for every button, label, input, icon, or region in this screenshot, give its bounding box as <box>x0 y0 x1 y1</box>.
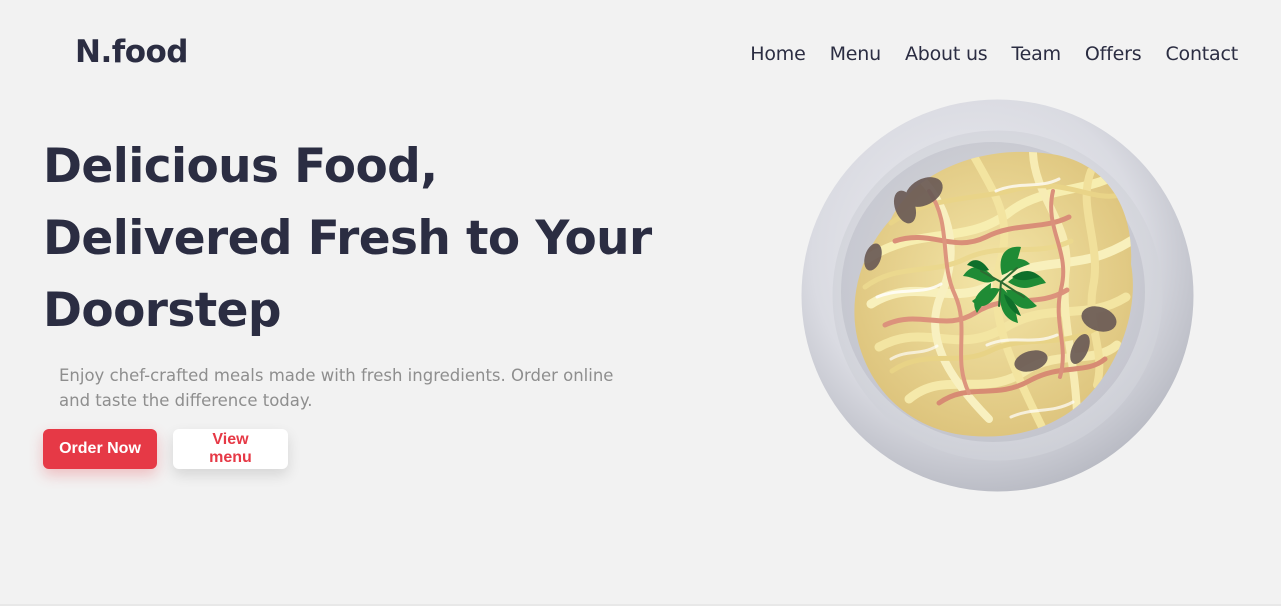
nav-menu[interactable]: Menu <box>830 43 882 65</box>
nav-offers[interactable]: Offers <box>1085 43 1142 65</box>
site-header: N.food Home Menu About us Team Offers Co… <box>0 0 1281 110</box>
nav-about-us[interactable]: About us <box>905 43 988 65</box>
hero-heading: Delicious Food, Delivered Fresh to Your … <box>43 131 652 347</box>
view-menu-button[interactable]: View menu <box>173 429 288 469</box>
hero-heading-line-2: Delivered Fresh to Your <box>43 211 652 266</box>
nav-home[interactable]: Home <box>750 43 806 65</box>
order-now-button[interactable]: Order Now <box>43 429 157 469</box>
hero-heading-line-3: Doorstep <box>43 283 282 338</box>
nav-contact[interactable]: Contact <box>1165 43 1238 65</box>
pasta-plate-image <box>801 99 1194 492</box>
brand-logo[interactable]: N.food <box>75 34 189 70</box>
nav-team[interactable]: Team <box>1012 43 1062 65</box>
main-navigation: Home Menu About us Team Offers Contact <box>750 43 1238 65</box>
hero-heading-line-1: Delicious Food, <box>43 139 438 194</box>
hero-description: Enjoy chef-crafted meals made with fresh… <box>59 366 614 410</box>
